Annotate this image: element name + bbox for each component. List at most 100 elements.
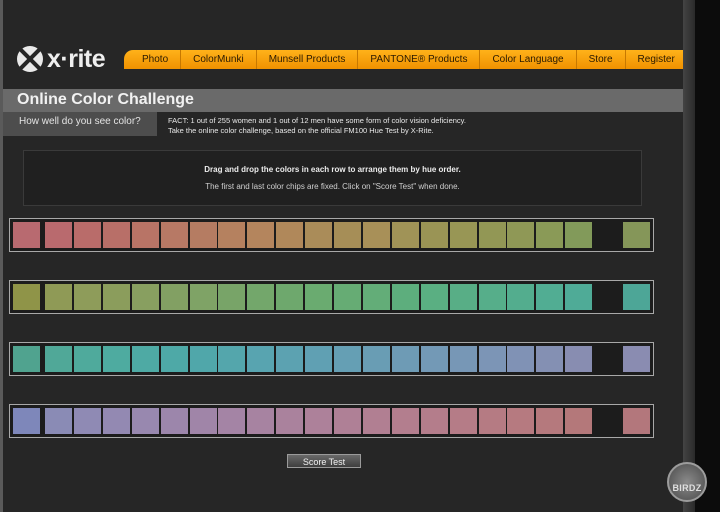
scrollbar[interactable] — [683, 0, 695, 512]
color-chip[interactable] — [73, 222, 101, 248]
color-chip[interactable] — [73, 408, 101, 434]
fixed-color-chip — [623, 408, 650, 434]
color-chip[interactable] — [218, 408, 246, 434]
color-chip[interactable] — [73, 284, 101, 310]
color-chip[interactable] — [420, 284, 448, 310]
instructions-line-1: Drag and drop the colors in each row to … — [204, 165, 461, 174]
color-chip[interactable] — [45, 284, 72, 310]
color-chip[interactable] — [189, 346, 217, 372]
color-chip[interactable] — [391, 408, 419, 434]
color-chip[interactable] — [305, 346, 333, 372]
color-chip[interactable] — [536, 222, 564, 248]
color-chip[interactable] — [362, 284, 390, 310]
color-chip[interactable] — [362, 408, 390, 434]
color-chip[interactable] — [507, 408, 535, 434]
color-chip[interactable] — [334, 284, 361, 310]
color-chip[interactable] — [478, 346, 506, 372]
xrite-logo[interactable]: x·rite — [17, 44, 106, 74]
color-chip[interactable] — [189, 408, 217, 434]
color-chip[interactable] — [362, 222, 390, 248]
color-chip[interactable] — [478, 222, 506, 248]
color-chip[interactable] — [218, 222, 246, 248]
color-chip[interactable] — [131, 346, 159, 372]
score-test-button[interactable]: Score Test — [287, 454, 361, 468]
color-chip[interactable] — [420, 222, 448, 248]
color-chip[interactable] — [449, 222, 477, 248]
nav-register[interactable]: Register — [626, 50, 687, 69]
color-chip[interactable] — [536, 284, 564, 310]
nav-munsell-products[interactable]: Munsell Products — [257, 50, 359, 69]
color-chip[interactable] — [160, 346, 188, 372]
color-chip[interactable] — [218, 346, 246, 372]
color-chip[interactable] — [478, 284, 506, 310]
color-chip[interactable] — [102, 346, 130, 372]
color-chip[interactable] — [391, 222, 419, 248]
color-chip[interactable] — [305, 222, 333, 248]
color-chip[interactable] — [334, 408, 361, 434]
color-chip[interactable] — [305, 408, 333, 434]
color-chip[interactable] — [420, 346, 448, 372]
color-chip[interactable] — [449, 284, 477, 310]
color-chip[interactable] — [536, 408, 564, 434]
color-chip[interactable] — [334, 222, 361, 248]
color-chip[interactable] — [73, 346, 101, 372]
color-chip[interactable] — [160, 408, 188, 434]
instructions-box: Drag and drop the colors in each row to … — [23, 150, 642, 206]
color-chip[interactable] — [247, 222, 275, 248]
color-chip[interactable] — [102, 284, 130, 310]
color-chip[interactable] — [507, 346, 535, 372]
fixed-color-chip — [13, 346, 40, 372]
color-chip[interactable] — [305, 284, 333, 310]
color-chip[interactable] — [276, 408, 304, 434]
color-chip[interactable] — [391, 346, 419, 372]
color-chip[interactable] — [536, 346, 564, 372]
color-chip[interactable] — [478, 408, 506, 434]
fixed-color-chip — [13, 408, 40, 434]
color-chip[interactable] — [247, 408, 275, 434]
color-chip[interactable] — [45, 408, 72, 434]
color-chip[interactable] — [189, 222, 217, 248]
color-chip[interactable] — [218, 284, 246, 310]
nav-photo[interactable]: Photo — [124, 50, 182, 69]
color-chip[interactable] — [276, 284, 304, 310]
nav-pantone-products[interactable]: PANTONE® Products — [358, 50, 481, 69]
color-chip[interactable] — [45, 222, 72, 248]
color-chip[interactable] — [449, 346, 477, 372]
color-chip[interactable] — [189, 284, 217, 310]
color-chip[interactable] — [507, 284, 535, 310]
color-chip[interactable] — [276, 222, 304, 248]
color-chip[interactable] — [247, 346, 275, 372]
color-chip[interactable] — [565, 346, 593, 372]
color-chip[interactable] — [565, 222, 593, 248]
chip-row-3 — [9, 342, 654, 376]
fixed-color-chip — [13, 222, 40, 248]
color-chip[interactable] — [160, 222, 188, 248]
color-chip[interactable] — [131, 408, 159, 434]
badge-text: BIRDZ — [672, 483, 702, 493]
main-nav: Photo ColorMunki Munsell Products PANTON… — [124, 50, 683, 69]
color-chip[interactable] — [334, 346, 361, 372]
page-subtitle: How well do you see color? — [19, 116, 141, 127]
color-chip[interactable] — [420, 408, 448, 434]
color-chip[interactable] — [565, 284, 593, 310]
color-chip[interactable] — [45, 346, 72, 372]
chip-row-4 — [9, 404, 654, 438]
color-chip[interactable] — [131, 284, 159, 310]
color-chip[interactable] — [160, 284, 188, 310]
nav-color-language[interactable]: Color Language — [480, 50, 577, 69]
color-chip[interactable] — [565, 408, 593, 434]
color-chip[interactable] — [102, 222, 130, 248]
color-chip[interactable] — [362, 346, 390, 372]
chip-row-2 — [9, 280, 654, 314]
nav-colormunki[interactable]: ColorMunki — [181, 50, 257, 69]
color-chip[interactable] — [507, 222, 535, 248]
page-title: Online Color Challenge — [17, 91, 194, 108]
color-chip[interactable] — [391, 284, 419, 310]
color-chip[interactable] — [276, 346, 304, 372]
color-chip[interactable] — [131, 222, 159, 248]
color-chip[interactable] — [449, 408, 477, 434]
color-chip[interactable] — [102, 408, 130, 434]
nav-store[interactable]: Store — [577, 50, 626, 69]
fact-text: FACT: 1 out of 255 women and 1 out of 12… — [168, 116, 548, 136]
color-chip[interactable] — [247, 284, 275, 310]
